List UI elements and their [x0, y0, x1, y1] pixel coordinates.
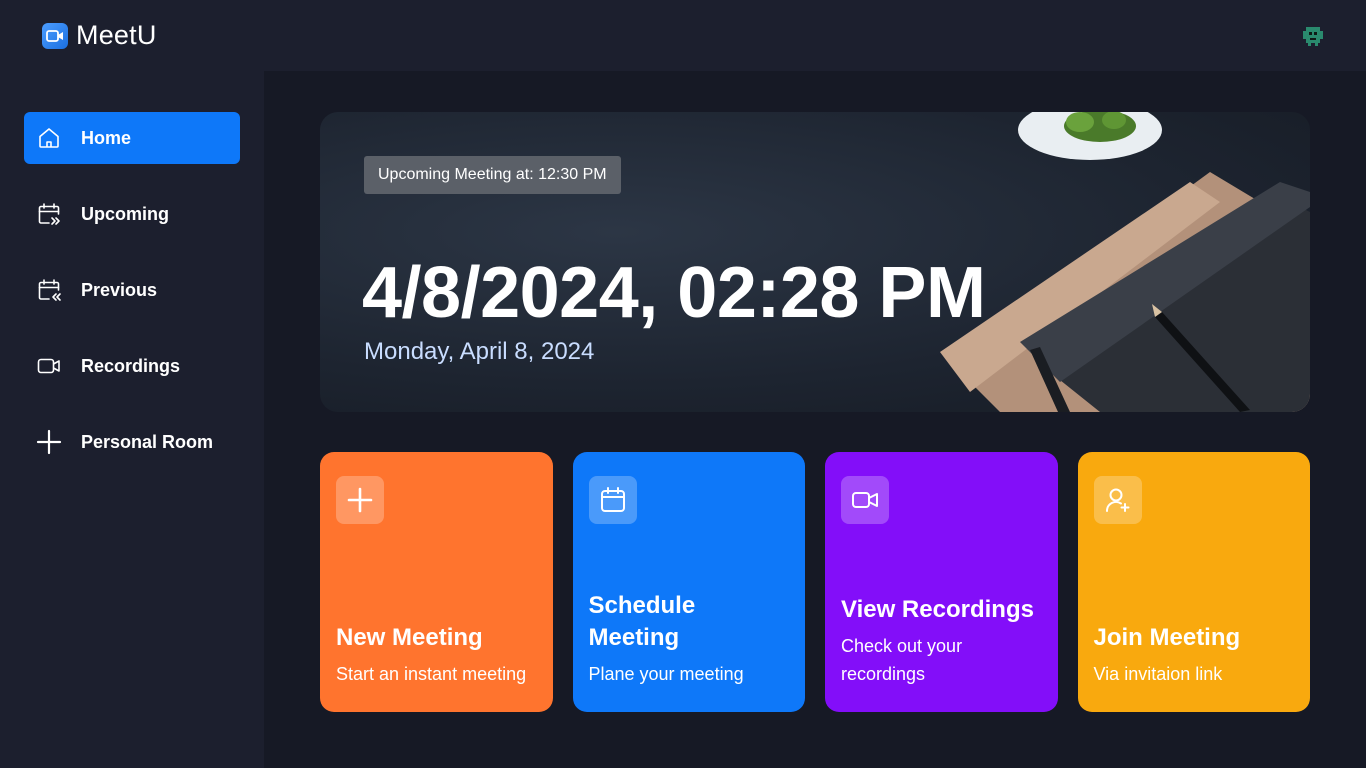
sidebar-item-label: Previous — [81, 279, 158, 300]
upcoming-meeting-badge: Upcoming Meeting at: 12:30 PM — [364, 156, 621, 194]
calendar-icon — [588, 476, 637, 524]
plus-icon — [336, 476, 384, 524]
join-meeting-card[interactable]: Join Meeting Via invitaion link — [1077, 452, 1310, 712]
schedule-meeting-card[interactable]: Schedule Meeting Plane your meeting — [572, 452, 805, 712]
sidebar-item-recordings[interactable]: Recordings — [24, 340, 240, 392]
sidebar-item-upcoming[interactable]: Upcoming — [24, 188, 240, 240]
video-icon — [841, 476, 889, 524]
card-title: Schedule Meeting — [588, 592, 696, 651]
plus-icon — [36, 429, 62, 455]
view-recordings-card[interactable]: View Recordings Check out your recording… — [825, 452, 1058, 712]
card-title: Join Meeting — [1093, 624, 1241, 651]
sidebar-item-label: Upcoming — [81, 203, 169, 224]
card-subtitle: Plane your meeting — [588, 664, 744, 684]
calendar-previous-icon — [36, 277, 62, 303]
sidebar-item-home[interactable]: Home — [24, 112, 240, 164]
top-navbar: MeetU — [0, 0, 1366, 71]
sidebar-item-label: Personal Room — [81, 431, 214, 452]
sidebar-item-label: Recordings — [81, 355, 181, 376]
home-icon — [36, 125, 62, 151]
current-date: Monday, April 8, 2024 — [364, 338, 595, 365]
card-title: New Meeting — [336, 624, 483, 651]
brand-name: MeetU — [76, 20, 157, 50]
card-subtitle: Check out your recordings — [841, 636, 963, 684]
card-subtitle: Via invitaion link — [1093, 664, 1223, 684]
sidebar-item-previous[interactable]: Previous — [24, 264, 240, 316]
card-title: View Recordings — [841, 596, 1034, 623]
add-user-icon — [1093, 476, 1142, 524]
brand-link[interactable]: MeetU — [42, 20, 157, 51]
sidebar-item-label: Home — [81, 127, 132, 148]
calendar-upcoming-icon — [36, 201, 62, 227]
current-time: 4/8/2024, 02:28 PM — [362, 253, 986, 333]
card-subtitle: Start an instant meeting — [336, 664, 527, 684]
hero-banner: Upcoming Meeting at: 12:30 PM 4/8/2024, … — [320, 112, 1310, 412]
video-icon — [36, 353, 62, 379]
desk-illustration — [940, 112, 1310, 412]
new-meeting-card[interactable]: New Meeting Start an instant meeting — [320, 452, 553, 712]
sidebar-item-personal-room[interactable]: Personal Room — [24, 416, 240, 468]
sidebar: Home Upcoming Previous Recordings Person… — [0, 71, 264, 768]
action-cards: New Meeting Start an instant meeting Sch… — [320, 452, 1310, 712]
video-camera-icon — [42, 22, 68, 49]
user-avatar-icon[interactable] — [1300, 23, 1326, 49]
